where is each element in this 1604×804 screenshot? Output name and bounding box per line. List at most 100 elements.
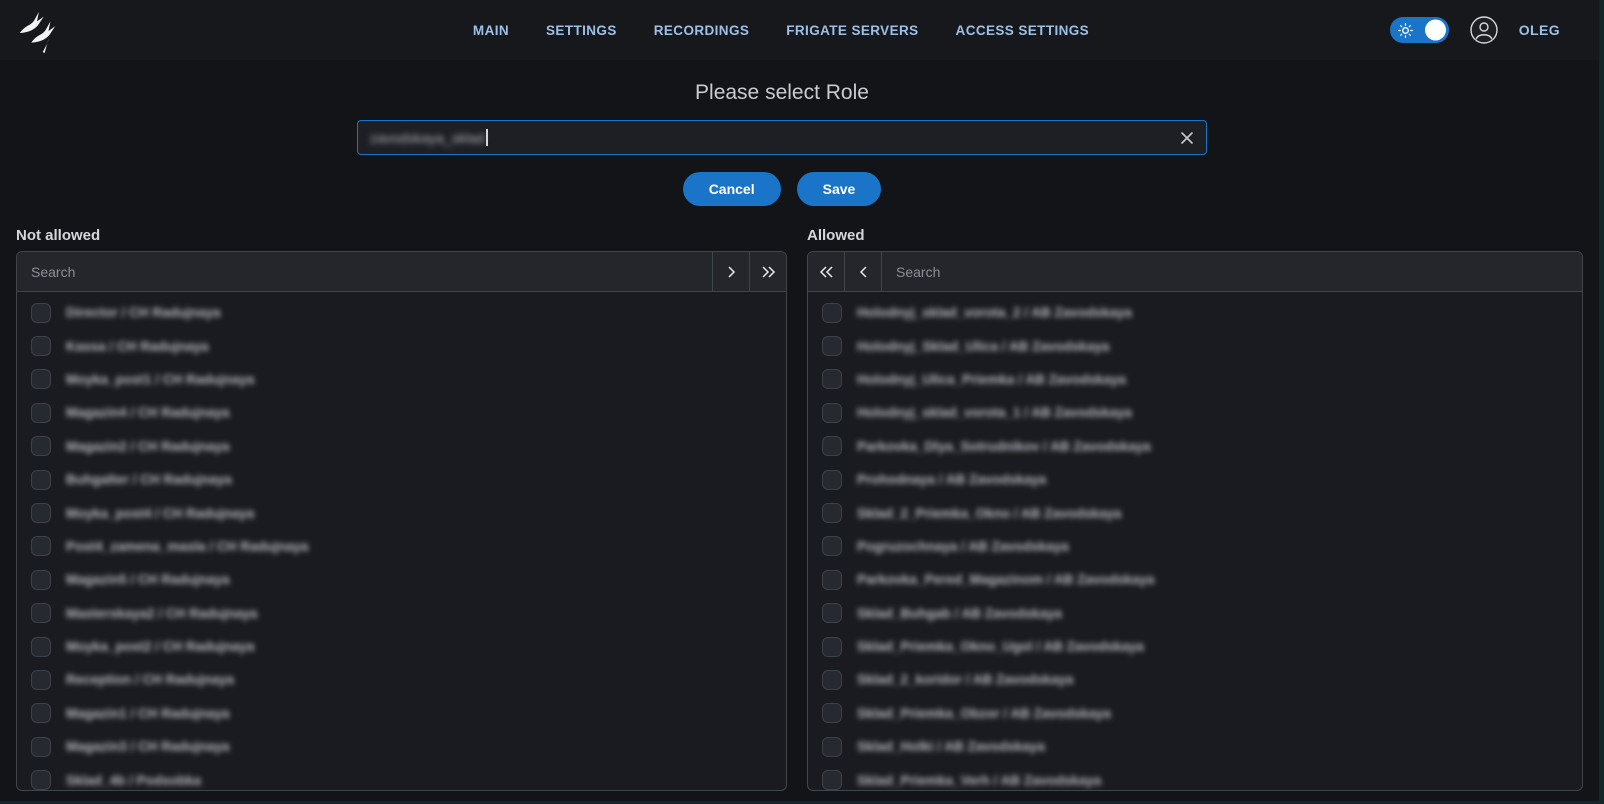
nav-link[interactable]: FRIGATE SERVERS [786,23,918,38]
item-checkbox[interactable] [822,703,842,723]
list-item[interactable]: Magazin2 / CH Radujnaya [17,430,786,463]
item-checkbox[interactable] [822,303,842,323]
not-allowed-list: Director / CH Radujnaya Kassa / CH Raduj… [17,292,786,790]
item-label: Parkovka_Pered_Magazinom / AB Zavodskaya [857,572,1154,587]
list-item[interactable]: Sklad_Priemka_Verh / AB Zavodskaya [808,763,1582,790]
item-checkbox[interactable] [31,470,51,490]
move-selected-right-button[interactable] [712,252,749,291]
item-checkbox[interactable] [31,336,51,356]
item-checkbox[interactable] [822,436,842,456]
list-item[interactable]: Holodnyj_sklad_vorota_1 / AB Zavodskaya [808,396,1582,429]
item-checkbox[interactable] [822,737,842,757]
item-checkbox[interactable] [31,503,51,523]
role-input[interactable]: zavodskaya_sklad [357,120,1207,155]
item-checkbox[interactable] [31,737,51,757]
list-item[interactable]: Moyka_post1 / CH Radujnaya [17,363,786,396]
list-item[interactable]: Parkovka_Pered_Magazinom / AB Zavodskaya [808,563,1582,596]
list-item[interactable]: Moyka_post4 / CH Radujnaya [17,496,786,529]
list-item[interactable]: Sklad_Buhgab / AB Zavodskaya [808,597,1582,630]
item-checkbox[interactable] [822,570,842,590]
current-user-name[interactable]: OLEG [1519,22,1560,38]
page-title: Please select Role [357,81,1207,105]
item-checkbox[interactable] [822,637,842,657]
item-checkbox[interactable] [31,703,51,723]
item-checkbox[interactable] [822,503,842,523]
item-checkbox[interactable] [31,403,51,423]
item-checkbox[interactable] [822,470,842,490]
item-checkbox[interactable] [31,536,51,556]
nav-link[interactable]: MAIN [473,23,509,38]
list-item[interactable]: Sklad_Holki / AB Zavodskaya [808,730,1582,763]
item-checkbox[interactable] [822,403,842,423]
list-item[interactable]: Magazin1 / CH Radujnaya [17,697,786,730]
list-item[interactable]: Pogruzochnaya / AB Zavodskaya [808,530,1582,563]
sun-icon [1398,23,1413,38]
allowed-list: Holodnyj_sklad_vorota_2 / AB Zavodskaya … [808,292,1582,790]
item-checkbox[interactable] [31,436,51,456]
list-item[interactable]: Magazin4 / CH Radujnaya [17,396,786,429]
list-item[interactable]: Kassa / CH Radujnaya [17,329,786,362]
frigate-birds-logo [14,8,60,54]
move-all-right-button[interactable] [749,252,786,291]
allowed-title: Allowed [807,227,1583,244]
close-x-icon[interactable] [1180,131,1194,145]
item-checkbox[interactable] [822,670,842,690]
item-checkbox[interactable] [822,770,842,790]
item-checkbox[interactable] [31,303,51,323]
list-item[interactable]: Sklad_Priemka_Obzor / AB Zavodskaya [808,697,1582,730]
allowed-search-input[interactable] [882,252,1582,291]
list-item[interactable]: Sklad_2_Priemka_Okno / AB Zavodskaya [808,496,1582,529]
save-button[interactable]: Save [797,172,882,206]
header-right-controls: OLEG [1390,16,1560,44]
item-label: Buhgalter / CH Radujnaya [66,472,232,487]
nav-link[interactable]: RECORDINGS [654,23,750,38]
item-checkbox[interactable] [822,369,842,389]
item-checkbox[interactable] [822,336,842,356]
item-label: Magazin4 / CH Radujnaya [66,405,230,420]
item-checkbox[interactable] [31,670,51,690]
item-label: Pogruzochnaya / AB Zavodskaya [857,539,1069,554]
list-item[interactable]: Sklad_2_koridor / AB Zavodskaya [808,663,1582,696]
item-checkbox[interactable] [31,570,51,590]
list-item[interactable]: Buhgalter / CH Radujnaya [17,463,786,496]
item-checkbox[interactable] [31,637,51,657]
item-label: Reception / CH Radujnaya [66,672,234,687]
item-label: Magazin2 / CH Radujnaya [66,439,230,454]
item-checkbox[interactable] [822,603,842,623]
user-circle-icon[interactable] [1470,16,1498,44]
list-item[interactable]: Moyka_post2 / CH Radujnaya [17,630,786,663]
list-item[interactable]: Director / CH Radujnaya [17,296,786,329]
item-label: Post4_zamena_masla / CH Radujnaya [66,539,308,554]
list-item[interactable]: Holodnyj_Ulica_Priemka / AB Zavodskaya [808,363,1582,396]
item-label: Sklad_4b / Podsobka [66,773,201,788]
item-label: Prohodnaya / AB Zavodskaya [857,472,1046,487]
list-item[interactable]: Reception / CH Radujnaya [17,663,786,696]
list-item[interactable]: Holodnyj_Sklad_Ulica / AB Zavodskaya [808,329,1582,362]
toggle-knob [1425,20,1446,41]
list-item[interactable]: Magazin3 / CH Radujnaya [17,730,786,763]
list-item[interactable]: Prohodnaya / AB Zavodskaya [808,463,1582,496]
not-allowed-search-input[interactable] [17,252,712,291]
move-selected-left-button[interactable] [845,252,882,291]
list-item[interactable]: Sklad_Priemka_Okno_Ugol / AB Zavodskaya [808,630,1582,663]
item-checkbox[interactable] [822,536,842,556]
cancel-button[interactable]: Cancel [683,172,781,206]
theme-toggle[interactable] [1390,17,1449,43]
item-label: Sklad_2_koridor / AB Zavodskaya [857,672,1073,687]
item-label: Magazin5 / CH Radujnaya [66,572,230,587]
list-item[interactable]: Holodnyj_sklad_vorota_2 / AB Zavodskaya [808,296,1582,329]
item-checkbox[interactable] [31,603,51,623]
role-select-form: Please select Role zavodskaya_sklad Canc… [357,81,1207,206]
item-checkbox[interactable] [31,770,51,790]
list-item[interactable]: Post4_zamena_masla / CH Radujnaya [17,530,786,563]
allowed-panel: Holodnyj_sklad_vorota_2 / AB Zavodskaya … [807,251,1583,791]
nav-link[interactable]: ACCESS SETTINGS [956,23,1090,38]
item-checkbox[interactable] [31,369,51,389]
list-item[interactable]: Sklad_4b / Podsobka [17,763,786,790]
move-all-left-button[interactable] [808,252,845,291]
nav-link[interactable]: SETTINGS [546,23,617,38]
list-item[interactable]: Masterskaya2 / CH Radujnaya [17,597,786,630]
role-input-value: zavodskaya_sklad [370,130,484,146]
list-item[interactable]: Parkovka_Dlya_Sotrudnikov / AB Zavodskay… [808,430,1582,463]
list-item[interactable]: Magazin5 / CH Radujnaya [17,563,786,596]
